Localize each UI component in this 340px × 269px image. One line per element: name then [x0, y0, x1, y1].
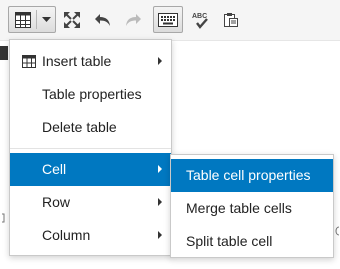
undo-button[interactable] [91, 6, 115, 33]
menu-divider [10, 148, 171, 149]
spellcheck-button[interactable]: ABC [189, 6, 213, 33]
bold-icon [0, 46, 8, 60]
menu-item-insert-table[interactable]: Insert table [10, 45, 171, 78]
spellcheck-text: ABC [192, 13, 207, 20]
submenu-item-label: Table cell properties [186, 167, 311, 183]
text-fragment [334, 224, 340, 238]
paste-button[interactable] [219, 6, 243, 33]
chevron-right-icon [158, 165, 162, 173]
submenu-item-label: Split table cell [186, 233, 273, 249]
chevron-down-icon [42, 17, 51, 22]
menu-item-label: Cell [42, 161, 67, 177]
menu-item-table-properties[interactable]: Table properties [10, 78, 171, 111]
keyboard-icon [158, 12, 178, 27]
menu-item-label: Column [42, 227, 91, 243]
keyboard-button[interactable] [153, 6, 183, 33]
menu-item-label: Insert table [42, 53, 112, 69]
fullscreen-icon [64, 11, 80, 28]
chevron-right-icon [158, 198, 162, 206]
paste-icon [224, 12, 238, 27]
table-menu-button[interactable] [8, 6, 56, 33]
redo-icon [126, 13, 141, 26]
menu-item-label: Row [42, 194, 71, 210]
menu-item-label: Table properties [42, 86, 142, 102]
undo-icon [95, 13, 110, 26]
menu-item-row[interactable]: Row [10, 186, 171, 219]
chevron-right-icon [158, 231, 162, 239]
chevron-right-icon [158, 57, 162, 65]
menu-item-cell[interactable]: Cell [10, 153, 171, 186]
cell-submenu: Table cell properties Merge table cells … [170, 154, 334, 258]
table-icon [15, 12, 31, 28]
redo-button[interactable] [121, 6, 145, 33]
table-dropdown-menu: Insert table Table properties Delete tab… [9, 39, 172, 256]
fullscreen-button[interactable] [60, 6, 84, 33]
submenu-item-split-table-cell[interactable]: Split table cell [171, 225, 333, 258]
menu-item-label: Delete table [42, 119, 117, 135]
submenu-item-table-cell-properties[interactable]: Table cell properties [171, 159, 333, 192]
menu-item-delete-table[interactable]: Delete table [10, 111, 171, 144]
spellcheck-icon: ABC [192, 13, 208, 29]
submenu-item-label: Merge table cells [186, 200, 292, 216]
editor-toolbar: ABC [0, 0, 340, 41]
menu-item-column[interactable]: Column [10, 219, 171, 252]
text-fragment [1, 211, 5, 225]
submenu-item-merge-table-cells[interactable]: Merge table cells [171, 192, 333, 225]
table-icon [22, 55, 36, 68]
